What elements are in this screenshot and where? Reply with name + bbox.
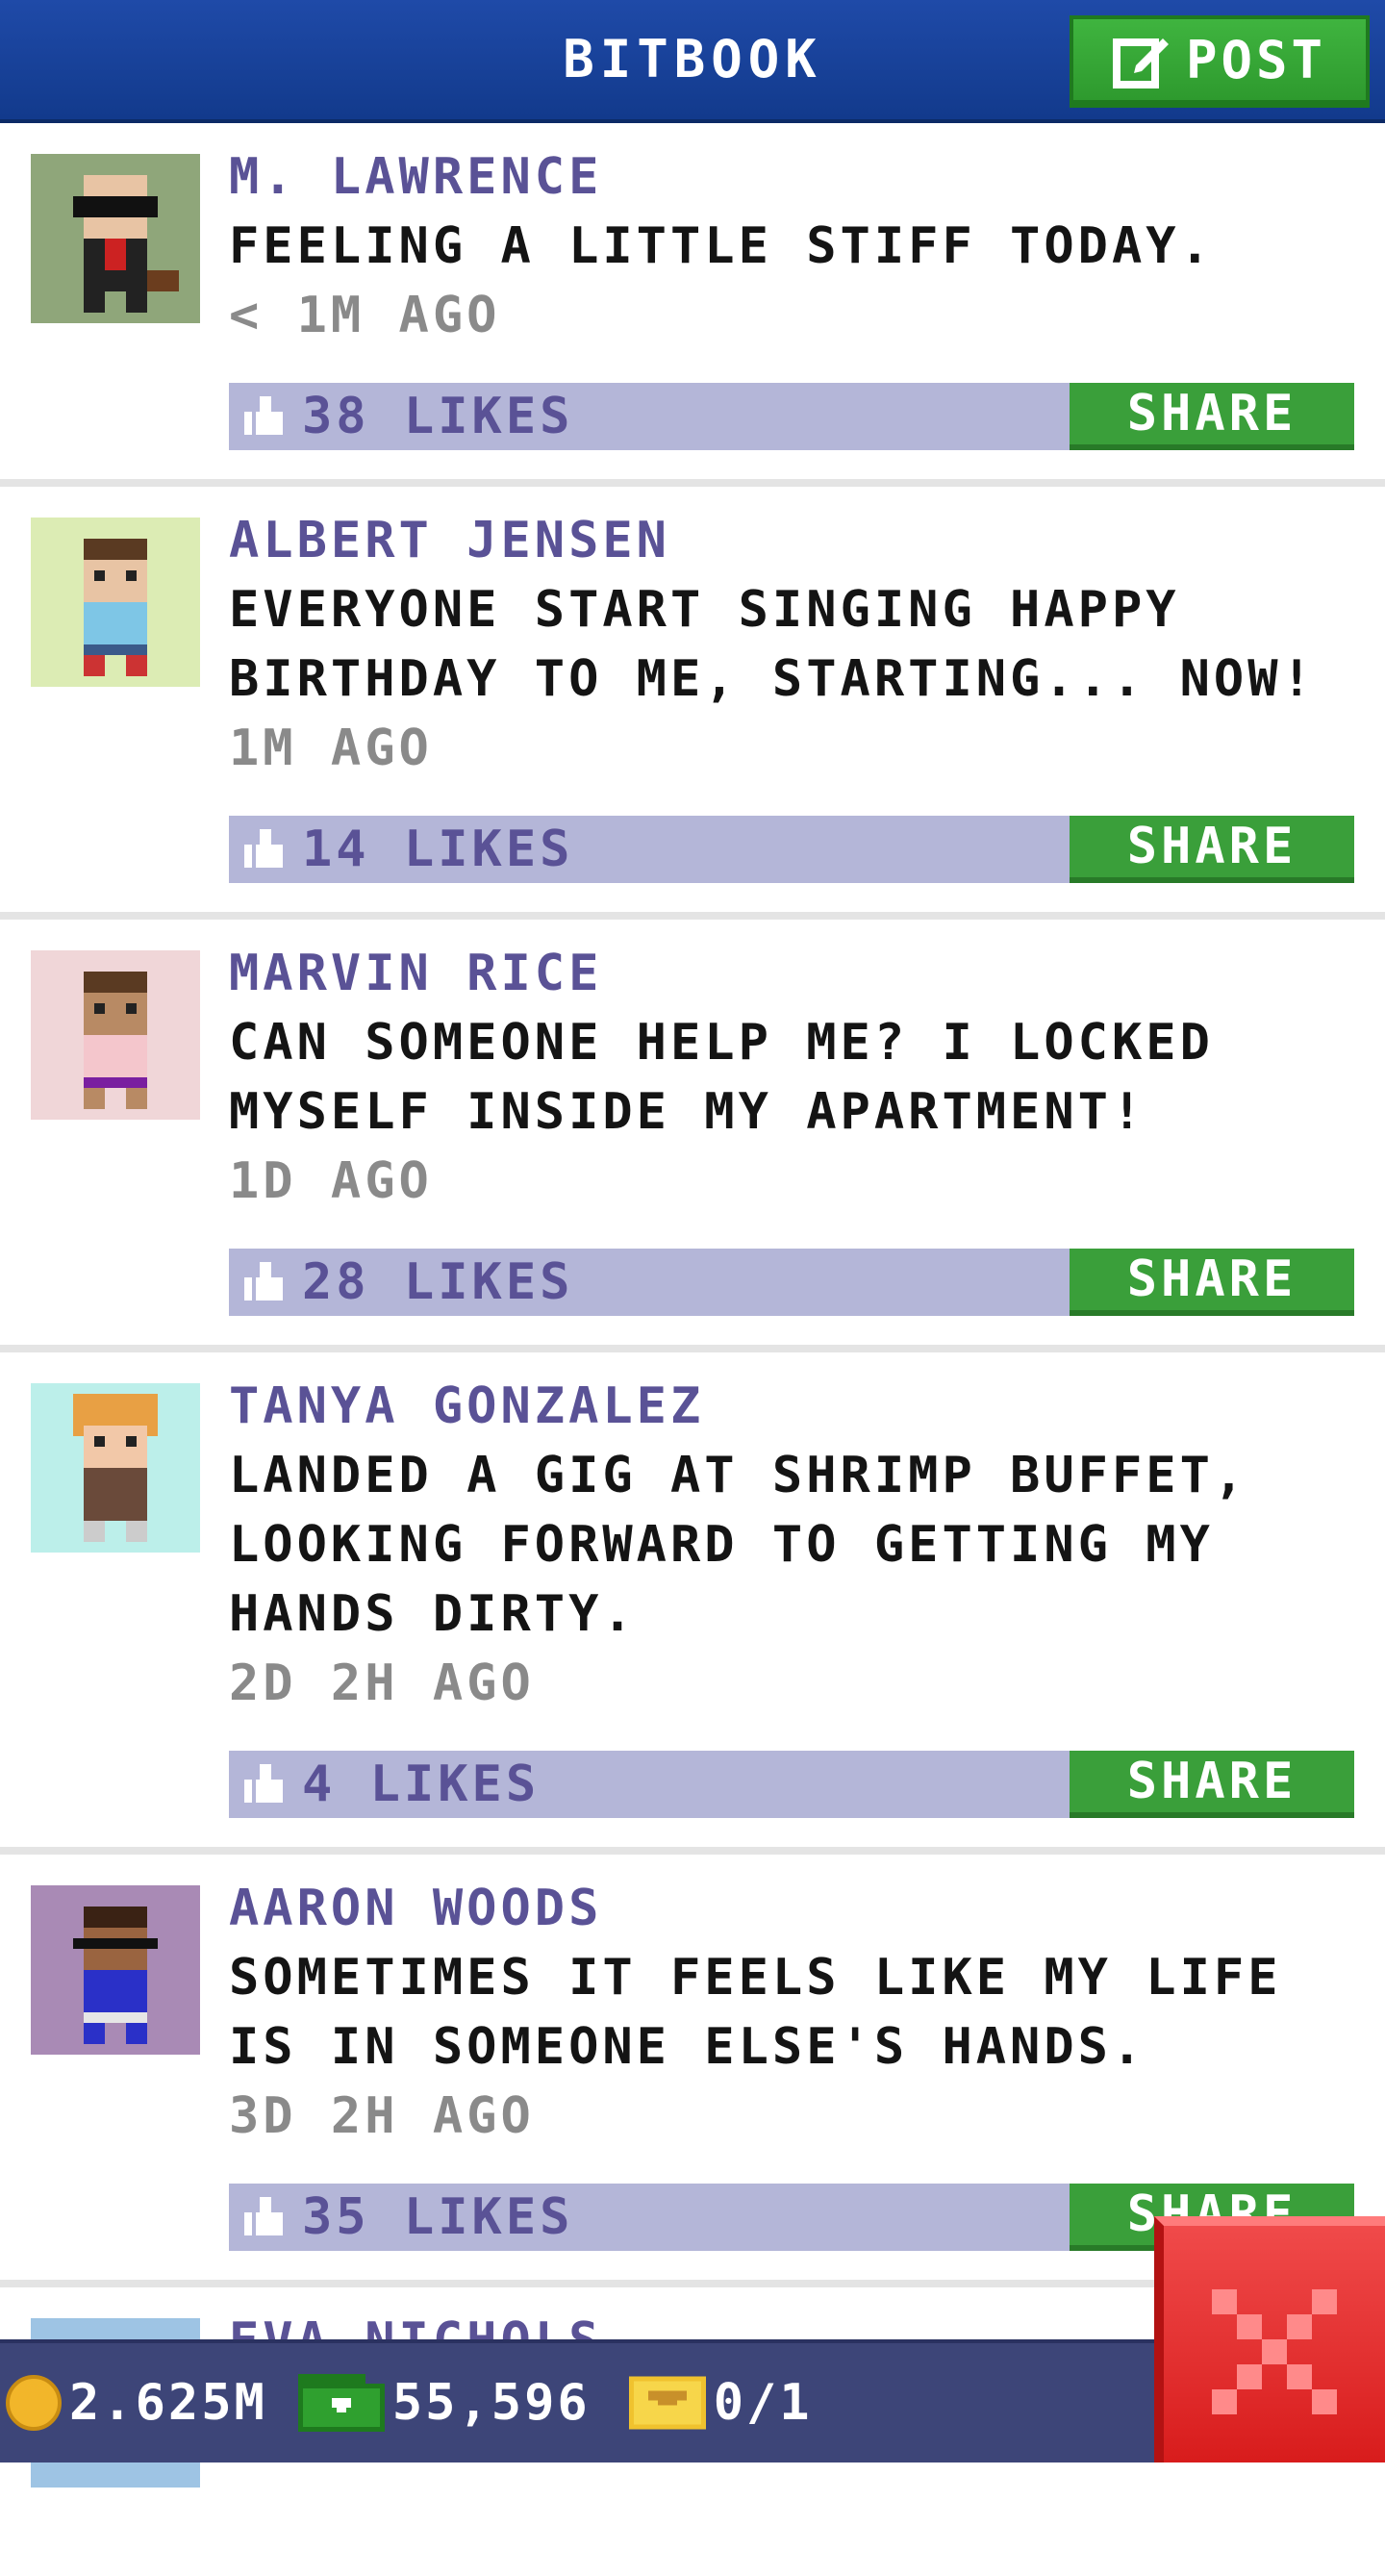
post-text: CAN SOMEONE HELP ME? I LOCKED MYSELF INS… [229, 1014, 1214, 1141]
post-author[interactable]: ALBERT JENSEN [229, 506, 1385, 575]
post-time: 2D 2H AGO [229, 1654, 535, 1712]
share-button[interactable]: SHARE [1070, 1751, 1354, 1818]
thumbs-up-icon [244, 396, 283, 435]
post-time: < 1M AGO [229, 287, 501, 344]
post-text: SOMETIMES IT FEELS LIKE MY LIFE IS IN SO… [229, 1949, 1282, 2076]
thumbs-up-icon [244, 829, 283, 868]
close-icon [1212, 2289, 1337, 2414]
avatar[interactable] [31, 518, 200, 687]
share-button[interactable]: SHARE [1070, 816, 1354, 883]
likes-count: 4 LIKES [302, 1755, 541, 1813]
avatar[interactable] [31, 1383, 200, 1553]
coins-value: 2.625M [69, 2374, 267, 2432]
post-text: LANDED A GIG AT SHRIMP BUFFET, LOOKING F… [229, 1447, 1248, 1643]
avatar[interactable] [31, 1885, 200, 2055]
post-text: FEELING A LITTLE STIFF TODAY. [229, 217, 1214, 275]
post-author[interactable]: M. LAWRENCE [229, 142, 1385, 212]
close-button[interactable] [1154, 2216, 1385, 2462]
likes-bar: 14 LIKES SHARE [229, 816, 1354, 883]
post-time: 1M AGO [229, 720, 433, 777]
likes-bar: 4 LIKES SHARE [229, 1751, 1354, 1818]
post-item: M. LAWRENCE FEELING A LITTLE STIFF TODAY… [0, 123, 1385, 487]
post-button[interactable]: POST [1070, 15, 1370, 108]
thumbs-up-icon [244, 2197, 283, 2235]
avatar[interactable] [31, 154, 200, 323]
app-header: BITBOOK POST [0, 0, 1385, 123]
bux-value: 55,596 [391, 2374, 591, 2432]
likes-count: 28 LIKES [302, 1253, 574, 1311]
coin-icon [6, 2375, 62, 2431]
likes-count: 14 LIKES [302, 821, 574, 878]
avatar[interactable] [31, 950, 200, 1120]
post-author[interactable]: AARON WOODS [229, 1874, 1385, 1943]
tickets-value: 0/1 [713, 2374, 813, 2432]
share-button[interactable]: SHARE [1070, 383, 1354, 450]
post-author[interactable]: MARVIN RICE [229, 939, 1385, 1008]
post-button-label: POST [1185, 29, 1327, 90]
post-author[interactable]: TANYA GONZALEZ [229, 1372, 1385, 1441]
compose-icon [1112, 38, 1169, 88]
ticket-icon [628, 2376, 706, 2430]
post-item: MARVIN RICE CAN SOMEONE HELP ME? I LOCKE… [0, 920, 1385, 1352]
likes-bar: 38 LIKES SHARE [229, 383, 1354, 450]
post-item: ALBERT JENSEN EVERYONE START SINGING HAP… [0, 487, 1385, 920]
post-text: EVERYONE START SINGING HAPPY BIRTHDAY TO… [229, 581, 1316, 708]
post-item: TANYA GONZALEZ LANDED A GIG AT SHRIMP BU… [0, 1352, 1385, 1855]
bux-icon [297, 2374, 385, 2432]
likes-count: 35 LIKES [302, 2188, 574, 2246]
post-time: 1D AGO [229, 1152, 433, 1210]
feed[interactable]: M. LAWRENCE FEELING A LITTLE STIFF TODAY… [0, 123, 1385, 2576]
post-time: 3D 2H AGO [229, 2087, 535, 2145]
likes-count: 38 LIKES [302, 388, 574, 445]
thumbs-up-icon [244, 1764, 283, 1803]
thumbs-up-icon [244, 1262, 283, 1301]
share-button[interactable]: SHARE [1070, 1249, 1354, 1316]
likes-bar: 28 LIKES SHARE [229, 1249, 1354, 1316]
